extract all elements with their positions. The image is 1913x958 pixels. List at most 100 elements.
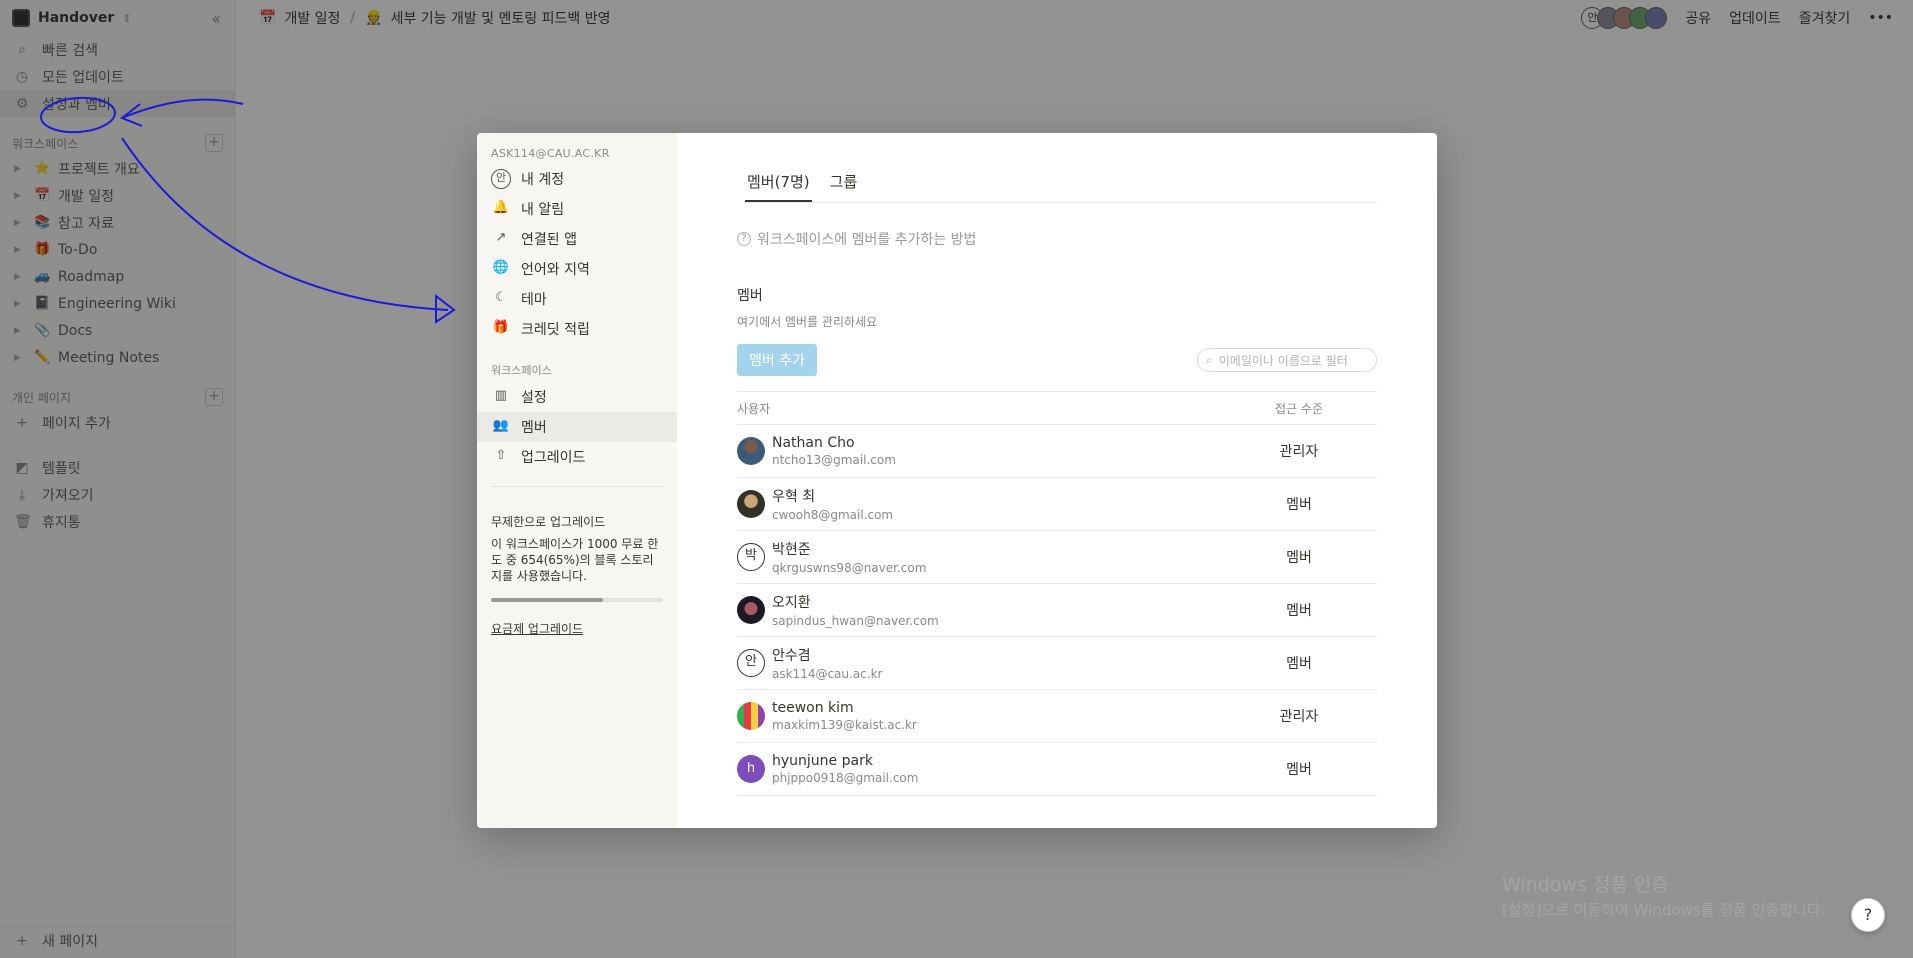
member-email: maxkim139@kaist.ac.kr [772,718,917,732]
member-info: teewon kim maxkim139@kaist.ac.kr [772,700,1259,732]
table-row[interactable]: h hyunjune park phjppo0918@gmail.com 멤버 [737,743,1377,796]
upgrade-title: 무제한으로 업그레이드 [491,515,606,529]
settings-nav-item[interactable]: 안 내 계정 [477,164,677,194]
search-icon: ⌕ [1206,352,1213,367]
windows-activation-watermark: Windows 정품 인증 [설정]으로 이동하여 Windows를 정품 인증… [1502,870,1825,920]
avatar [737,702,765,730]
upgrade-plan-link[interactable]: 요금제 업그레이드 [477,620,677,637]
member-name: 박현준 [772,542,811,558]
question-icon: ? [737,232,751,246]
divider [491,486,663,487]
settings-nav-item[interactable]: 🌐 언어와 지역 [477,254,677,284]
settings-nav-label: 설정 [521,390,547,406]
member-name: 우혁 최 [772,489,816,505]
settings-nav-item[interactable]: ↗ 연결된 앱 [477,224,677,254]
members-tabs: 멤버(7명) 그룹 [745,171,1377,203]
filter-placeholder: 이메일이나 이름으로 필터 [1218,353,1348,368]
member-info: 안수겸 ask114@cau.ac.kr [772,645,1259,681]
settings-nav-label: 멤버 [521,420,547,436]
table-row[interactable]: teewon kim maxkim139@kaist.ac.kr 관리자 [737,690,1377,743]
help-text: 워크스페이스에 멤버를 추가하는 방법 [757,232,977,248]
workspace-nav-list: ▥ 설정 👥 멤버 ⇧ 업그레이드 [477,382,677,472]
account-avatar-icon: 안 [491,169,511,189]
members-table: Nathan Cho ntcho13@gmail.com 관리자 우혁 최 cwooh8… [737,425,1377,796]
settings-nav-item[interactable]: 🔔 내 알림 [477,194,677,224]
member-info: 우혁 최 cwooh8@gmail.com [772,486,1259,522]
settings-nav-label: 업그레이드 [521,450,586,466]
gift-icon: 🎁 [492,320,510,335]
watermark-subtitle: [설정]으로 이동하여 Windows를 정품 인증합니다. [1502,901,1826,919]
table-row[interactable]: 우혁 최 cwooh8@gmail.com 멤버 [737,478,1377,531]
help-link[interactable]: ? 워크스페이스에 멤버를 추가하는 방법 [737,229,1377,249]
member-email: qkrguswns98@naver.com [772,561,927,575]
member-info: 박현준 qkrguswns98@naver.com [772,539,1259,575]
member-email: phjppo0918@gmail.com [772,771,919,785]
members-action-row: 멤버 추가 ⌕ 이메일이나 이름으로 필터 [737,344,1377,376]
table-row[interactable]: 오지환 sapindus_hwan@naver.com 멤버 [737,584,1377,637]
settings-nav-label: 크레딧 적립 [521,322,590,338]
table-row[interactable]: Nathan Cho ntcho13@gmail.com 관리자 [737,425,1377,478]
access-level-dropdown[interactable]: 관리자 [1259,441,1339,461]
upgrade-icon: ⇧ [495,448,507,463]
tab-members[interactable]: 멤버(7명) [745,171,812,202]
settings-nav-item[interactable]: 👥 멤버 [477,412,677,442]
table-row[interactable]: 안 안수겸 ask114@cau.ac.kr 멤버 [737,637,1377,690]
member-email: sapindus_hwan@naver.com [772,614,939,628]
settings-nav-label: 내 알림 [521,202,565,218]
access-level-dropdown[interactable]: 멤버 [1259,653,1339,673]
member-email: ntcho13@gmail.com [772,453,896,467]
settings-modal: ASK114@CAU.AC.KR 안 내 계정 🔔 내 알림 ↗ 연결된 앱 🌐 언어와 지역… [477,133,1437,828]
settings-nav-label: 언어와 지역 [521,262,590,278]
workspace-nav-header: 워크스페이스 [491,364,552,377]
storage-usage-bar [491,598,663,602]
avatar: 안 [737,649,765,677]
access-level-dropdown[interactable]: 관리자 [1259,706,1339,726]
member-email: ask114@cau.ac.kr [772,667,883,681]
members-icon: 👥 [492,418,510,433]
table-row[interactable]: 박 박현준 qkrguswns98@naver.com 멤버 [737,531,1377,584]
member-name: Nathan Cho [772,435,855,451]
upgrade-description: 이 워크스페이스가 1000 무료 한도 중 654(65%)의 블록 스토리지… [491,537,659,583]
access-level-dropdown[interactable]: 멤버 [1259,494,1339,514]
add-member-button[interactable]: 멤버 추가 [737,344,817,376]
help-button[interactable]: ? [1851,898,1885,932]
settings-nav-item[interactable]: ▥ 설정 [477,382,677,412]
globe-icon: 🌐 [492,260,510,275]
external-link-icon: ↗ [495,230,507,245]
column-header-access: 접근 수준 [1275,401,1323,416]
avatar: 박 [737,543,765,571]
account-email: ASK114@CAU.AC.KR [491,147,610,160]
storage-usage-fill [491,598,604,602]
members-panel: 멤버(7명) 그룹 ? 워크스페이스에 멤버를 추가하는 방법 멤버 여기에서 … [677,133,1437,828]
access-level-dropdown[interactable]: 멤버 [1259,600,1339,620]
members-subtitle: 여기에서 멤버를 관리하세요 [737,315,878,329]
member-email: cwooh8@gmail.com [772,508,894,522]
settings-nav-item[interactable]: ☾ 테마 [477,284,677,314]
member-name: 오지환 [772,595,811,611]
watermark-title: Windows 정품 인증 [1502,874,1669,896]
bell-icon: 🔔 [492,200,510,215]
member-name: 안수겸 [772,648,811,664]
avatar [737,596,765,624]
settings-nav-label: 연결된 앱 [521,232,577,248]
member-name: teewon kim [772,700,854,716]
avatar [737,490,765,518]
settings-nav-label: 내 계정 [521,172,565,188]
member-filter-input[interactable]: ⌕ 이메일이나 이름으로 필터 [1197,348,1377,372]
settings-nav-item[interactable]: ⇧ 업그레이드 [477,442,677,472]
settings-nav-label: 테마 [521,292,547,308]
members-table-header: 사용자 접근 수준 [737,391,1377,425]
tab-groups[interactable]: 그룹 [828,171,860,202]
member-info: Nathan Cho ntcho13@gmail.com [772,435,1259,467]
column-header-user: 사용자 [737,401,771,416]
settings-nav-item[interactable]: 🎁 크레딧 적립 [477,314,677,344]
access-level-dropdown[interactable]: 멤버 [1259,547,1339,567]
settings-nav: ASK114@CAU.AC.KR 안 내 계정 🔔 내 알림 ↗ 연결된 앱 🌐 언어와 지역… [477,133,677,828]
access-level-dropdown[interactable]: 멤버 [1259,759,1339,779]
moon-icon: ☾ [495,290,507,305]
members-title: 멤버 [737,288,763,304]
avatar [737,437,765,465]
member-info: 오지환 sapindus_hwan@naver.com [772,592,1259,628]
member-name: hyunjune park [772,753,873,769]
avatar: h [737,755,765,783]
